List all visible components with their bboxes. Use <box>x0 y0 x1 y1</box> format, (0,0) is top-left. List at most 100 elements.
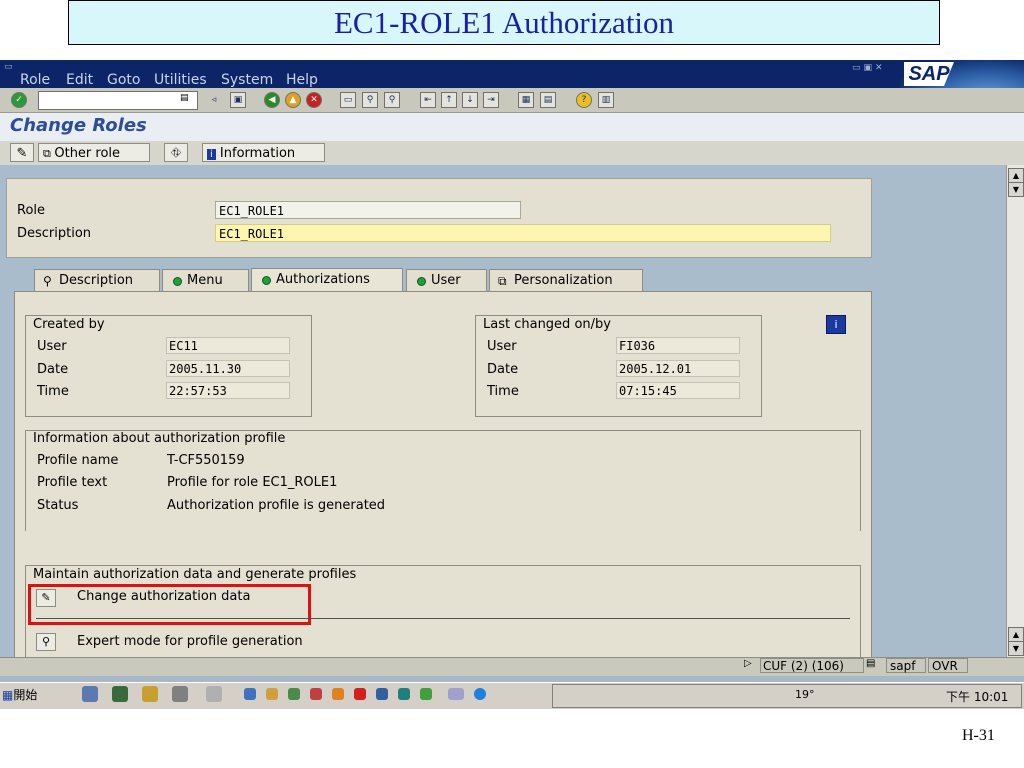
enter-check-icon[interactable]: ✓ <box>11 92 27 108</box>
hierarchy-button[interactable]: ⛗ <box>164 143 188 162</box>
menu-edit[interactable]: Edit <box>66 72 93 88</box>
start-button[interactable]: ▦開始 <box>2 685 64 705</box>
info-icon[interactable]: i <box>826 315 846 334</box>
description-label: Description <box>17 226 92 241</box>
ie-icon[interactable] <box>474 688 486 700</box>
profile-info-title: Information about authorization profile <box>33 431 286 446</box>
magnifier-icon: ⚲ <box>41 635 51 648</box>
back-icon[interactable]: ◀ <box>264 92 280 108</box>
save-icon[interactable]: ▣ <box>230 92 246 108</box>
display-change-button[interactable]: ✎ <box>10 143 34 162</box>
menu-role[interactable]: Role <box>20 72 50 88</box>
slide-title: EC1-ROLE1 Authorization <box>68 0 940 45</box>
tab-authorizations[interactable]: Authorizations <box>251 268 403 292</box>
menu-system[interactable]: System <box>221 72 273 88</box>
print-icon[interactable]: ▭ <box>340 92 356 108</box>
window-controls[interactable]: ▭▣✕ <box>852 63 886 73</box>
created-date-label: Date <box>37 362 69 377</box>
vertical-scrollbar[interactable] <box>1006 165 1024 657</box>
quicklaunch-icon-9[interactable] <box>420 688 432 700</box>
exit-icon[interactable]: ▲ <box>285 92 301 108</box>
quicklaunch-icon-3[interactable] <box>288 688 300 700</box>
other-role-button[interactable]: ⧉ Other role <box>38 143 150 162</box>
shortcut-icon[interactable]: ▤ <box>540 92 556 108</box>
previous-page-icon[interactable]: ↑ <box>441 92 457 108</box>
quicklaunch-icon-8[interactable] <box>398 688 410 700</box>
last-page-icon[interactable]: ⇥ <box>483 92 499 108</box>
status-expand-icon[interactable]: ▷ <box>744 658 752 669</box>
expert-mode-button[interactable]: ⚲ <box>36 633 56 651</box>
quicklaunch-icon-1[interactable] <box>244 688 256 700</box>
scroll-up-icon[interactable]: ▲ <box>1008 627 1024 642</box>
profile-name-value: T-CF550159 <box>167 453 245 468</box>
status-green-icon <box>173 277 182 286</box>
profile-text-label: Profile text <box>37 475 108 490</box>
menu-help[interactable]: Help <box>286 72 318 88</box>
tab-description[interactable]: ⚲ Description <box>34 269 160 291</box>
quicklaunch-icon-4[interactable] <box>310 688 322 700</box>
desktop-icon[interactable] <box>112 686 128 702</box>
role-field[interactable]: EC1_ROLE1 <box>215 201 521 219</box>
windows-logo-icon: ▦ <box>2 688 14 702</box>
tab-description-label: Description <box>59 273 134 288</box>
system-menu-icon[interactable]: ▭ <box>4 62 13 72</box>
command-field[interactable] <box>38 91 198 110</box>
title-bar <box>0 113 1024 141</box>
window-icon[interactable] <box>172 686 188 702</box>
scroll-down-icon[interactable]: ▼ <box>1008 182 1024 197</box>
layout-menu-icon[interactable]: ▥ <box>598 92 614 108</box>
first-page-icon[interactable]: ⇤ <box>420 92 436 108</box>
changed-time-label: Time <box>487 384 519 399</box>
changed-date-label: Date <box>487 362 519 377</box>
profile-name-label: Profile name <box>37 453 119 468</box>
tab-menu[interactable]: Menu <box>162 269 249 291</box>
information-button[interactable]: i Information <box>202 143 325 162</box>
scroll-down-icon[interactable]: ▼ <box>1008 641 1024 656</box>
system-info: CUF (2) (106) <box>760 658 864 673</box>
hierarchy-icon: ⛗ <box>170 146 182 161</box>
quicklaunch-icon-6[interactable] <box>354 688 366 700</box>
menu-utilities[interactable]: Utilities <box>154 72 207 88</box>
status-green-icon <box>417 277 426 286</box>
scroll-up-icon[interactable]: ▲ <box>1008 168 1024 183</box>
changed-time-value: 07:15:45 <box>616 382 740 399</box>
cancel-icon[interactable]: ✕ <box>306 92 322 108</box>
temperature: 19° <box>795 688 815 701</box>
quicklaunch-icon-7[interactable] <box>376 688 388 700</box>
tab-user-label: User <box>431 273 461 288</box>
created-by-title: Created by <box>33 317 105 332</box>
page-title: Change Roles <box>10 115 147 136</box>
description-field[interactable]: EC1_ROLE1 <box>215 224 831 242</box>
tab-authorizations-label: Authorizations <box>276 272 370 287</box>
magnifier-icon: ⚲ <box>43 274 52 288</box>
expert-mode-label[interactable]: Expert mode for profile generation <box>77 634 303 649</box>
document-icon[interactable] <box>142 686 158 702</box>
other-role-label: Other role <box>54 146 121 161</box>
changed-user-value: FI036 <box>616 337 740 354</box>
page-number: H-31 <box>962 727 995 744</box>
quicklaunch-icon-5[interactable] <box>332 688 344 700</box>
tab-user[interactable]: User <box>406 269 487 291</box>
explorer-icon[interactable] <box>82 686 98 702</box>
last-changed-title: Last changed on/by <box>483 317 611 332</box>
server-name: sapf <box>886 658 926 673</box>
role-label: Role <box>17 203 46 218</box>
menu-goto[interactable]: Goto <box>107 72 140 88</box>
info-icon: i <box>207 149 216 160</box>
next-page-icon[interactable]: ↓ <box>462 92 478 108</box>
changed-user-label: User <box>487 339 517 354</box>
profile-status-label: Status <box>37 498 79 513</box>
start-label: 開始 <box>13 688 38 702</box>
find-next-icon[interactable]: ⚲ <box>384 92 400 108</box>
command-dropdown-icon[interactable]: ▤ <box>180 93 189 103</box>
tab-personalization-label: Personalization <box>514 273 613 288</box>
tab-personalization[interactable]: ⧉ Personalization <box>489 269 643 291</box>
find-icon[interactable]: ⚲ <box>362 92 378 108</box>
create-session-icon[interactable]: ▦ <box>518 92 534 108</box>
help-icon[interactable]: ? <box>576 92 592 108</box>
other-role-icon: ⧉ <box>43 147 55 160</box>
history-back-icon[interactable]: ◃ <box>207 93 221 107</box>
quicklaunch-icon-10[interactable] <box>448 688 464 700</box>
scroll-icon[interactable] <box>206 686 222 702</box>
quicklaunch-icon-2[interactable] <box>266 688 278 700</box>
